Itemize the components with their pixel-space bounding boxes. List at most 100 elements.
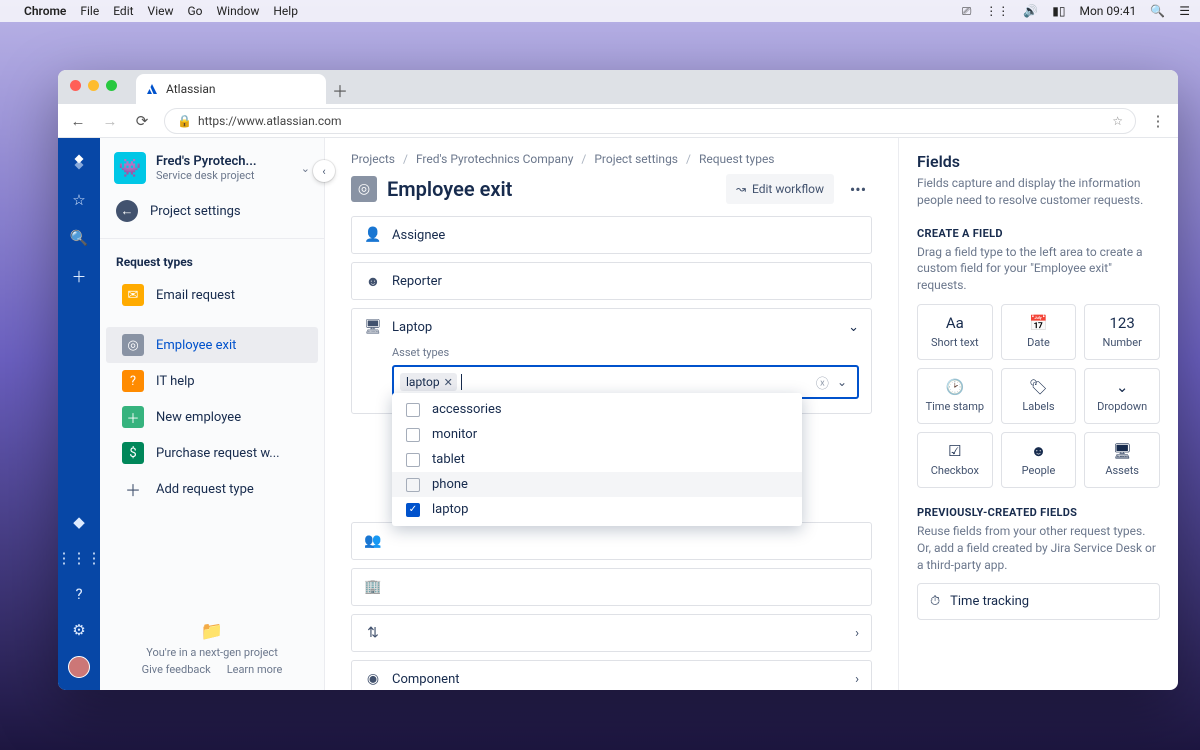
- menu-view[interactable]: View: [148, 4, 174, 18]
- sidebar-item-it-help[interactable]: ? IT help: [106, 363, 318, 399]
- dropdown-option-phone[interactable]: phone: [392, 472, 802, 497]
- clock[interactable]: Mon 09:41: [1079, 4, 1136, 18]
- learn-more-link[interactable]: Learn more: [227, 663, 283, 676]
- field-type-checkbox[interactable]: ☑Checkbox: [917, 432, 993, 488]
- back-button[interactable]: ←: [68, 112, 88, 130]
- sidebar-item-purchase-request[interactable]: $ Purchase request w...: [106, 435, 318, 471]
- dropdown-option-laptop[interactable]: ✓ laptop: [392, 497, 802, 522]
- breadcrumb-item[interactable]: Projects: [351, 152, 395, 166]
- dropdown-option-monitor[interactable]: monitor: [392, 422, 802, 447]
- chevron-down-icon[interactable]: ⌄: [848, 320, 859, 335]
- forward-button[interactable]: →: [100, 112, 120, 130]
- dropdown-option-accessories[interactable]: accessories: [392, 397, 802, 422]
- wifi-icon[interactable]: ⋮⋮: [985, 4, 1009, 18]
- profile-avatar[interactable]: [68, 656, 90, 678]
- sidebar-footer: 📁 You're in a next-gen project Give feed…: [100, 611, 324, 690]
- field-hidden-1[interactable]: 👥 x: [351, 522, 872, 560]
- field-time-tracking[interactable]: ⏱ Time tracking: [917, 583, 1160, 620]
- field-type-short-text[interactable]: Aa Short text: [917, 304, 993, 360]
- star-icon[interactable]: ☆: [69, 190, 89, 210]
- asset-icon: 🖥: [364, 318, 382, 336]
- more-actions-button[interactable]: •••: [844, 180, 872, 199]
- browser-tabbar: Atlassian ＋: [58, 70, 1178, 104]
- field-component[interactable]: ◉ Component ›: [351, 660, 872, 690]
- browser-tab[interactable]: Atlassian: [136, 74, 326, 104]
- chip-remove-icon[interactable]: ✕: [444, 376, 453, 389]
- give-feedback-link[interactable]: Give feedback: [142, 663, 211, 676]
- chevron-down-circle-icon: ⌄: [1116, 378, 1129, 396]
- swap-icon: ⇅: [364, 624, 382, 642]
- field-assignee[interactable]: 👤 Assignee: [351, 216, 872, 254]
- window-close-icon[interactable]: [70, 80, 81, 91]
- switcher-icon[interactable]: ⋮⋮⋮: [69, 548, 89, 568]
- breadcrumb-item[interactable]: Request types: [699, 152, 775, 166]
- field-type-number[interactable]: 123Number: [1084, 304, 1160, 360]
- sidebar-item-employee-exit[interactable]: ◎ Employee exit: [106, 327, 318, 363]
- global-nav-rail: ☆ 🔍 ＋ ◆ ⋮⋮⋮ ? ⚙: [58, 138, 100, 690]
- help-icon[interactable]: ?: [69, 584, 89, 604]
- request-type-icon: ◎: [351, 176, 377, 202]
- field-type-date[interactable]: 📅Date: [1001, 304, 1077, 360]
- plus-icon[interactable]: ＋: [69, 266, 89, 286]
- previously-created-header: PREVIOUSLY-CREATED FIELDS: [917, 506, 1160, 519]
- option-label: tablet: [432, 452, 465, 467]
- field-reporter[interactable]: ☻ Reporter: [351, 262, 872, 300]
- macos-menubar: Chrome File Edit View Go Window Help ⎚ ⋮…: [0, 0, 1200, 22]
- breadcrumb-item[interactable]: Fred's Pyrotechnics Company: [416, 152, 573, 166]
- jira-logo-icon[interactable]: [69, 152, 89, 172]
- clear-input-icon[interactable]: ⓧ: [816, 373, 829, 392]
- browser-menu-button[interactable]: ⋮: [1148, 112, 1168, 130]
- project-switcher[interactable]: 👾 Fred's Pyrotech... Service desk projec…: [100, 138, 324, 192]
- field-label: Assignee: [392, 228, 445, 243]
- menu-file[interactable]: File: [80, 4, 99, 18]
- menu-go[interactable]: Go: [188, 4, 203, 18]
- project-settings-link[interactable]: ← Project settings: [100, 192, 324, 230]
- edit-workflow-button[interactable]: ↝ Edit workflow: [726, 174, 834, 204]
- field-type-labels[interactable]: 🏷Labels: [1001, 368, 1077, 424]
- window-zoom-icon[interactable]: [106, 80, 117, 91]
- window-minimize-icon[interactable]: [88, 80, 99, 91]
- text-icon: Aa: [946, 314, 964, 332]
- field-hidden-3[interactable]: ⇅ x ›: [351, 614, 872, 652]
- chevron-down-icon: ⌄: [301, 162, 310, 175]
- address-bar[interactable]: 🔒 https://www.atlassian.com ☆: [164, 108, 1136, 134]
- notifications-icon[interactable]: ◆: [69, 512, 89, 532]
- plus-icon: ＋: [122, 478, 144, 500]
- browser-toolbar: ← → ⟳ 🔒 https://www.atlassian.com ☆ ⋮: [58, 104, 1178, 138]
- field-type-dropdown[interactable]: ⌄Dropdown: [1084, 368, 1160, 424]
- battery-icon[interactable]: ▮▯: [1052, 4, 1065, 18]
- field-type-assets[interactable]: 🖥Assets: [1084, 432, 1160, 488]
- building-icon: 🏢: [364, 578, 382, 596]
- active-app[interactable]: Chrome: [24, 4, 66, 18]
- reload-button[interactable]: ⟳: [132, 112, 152, 130]
- dollar-icon: $: [122, 442, 144, 464]
- atlassian-logo-icon: [146, 83, 158, 95]
- search-icon[interactable]: 🔍: [69, 228, 89, 248]
- selected-chip[interactable]: laptop ✕: [400, 373, 457, 391]
- field-type-timestamp[interactable]: 🕑Time stamp: [917, 368, 993, 424]
- menu-window[interactable]: Window: [217, 4, 260, 18]
- project-name: Fred's Pyrotech...: [156, 154, 257, 170]
- menu-edit[interactable]: Edit: [113, 4, 133, 18]
- plus-square-icon: ＋: [122, 406, 144, 428]
- sidebar-item-new-employee[interactable]: ＋ New employee: [106, 399, 318, 435]
- chevron-down-icon[interactable]: ⌄: [833, 375, 851, 389]
- airplay-icon[interactable]: ⎚: [962, 4, 972, 19]
- sidebar-item-email-request[interactable]: ✉ Email request: [106, 277, 318, 313]
- dropdown-option-tablet[interactable]: tablet: [392, 447, 802, 472]
- menu-help[interactable]: Help: [273, 4, 298, 18]
- add-request-type-button[interactable]: ＋ Add request type: [106, 471, 318, 507]
- field-type-people[interactable]: ☻People: [1001, 432, 1077, 488]
- breadcrumb-item[interactable]: Project settings: [594, 152, 678, 166]
- new-tab-button[interactable]: ＋: [326, 76, 354, 104]
- sidebar-item-label: Employee exit: [156, 338, 236, 353]
- control-center-icon[interactable]: ☰: [1179, 4, 1190, 18]
- spotlight-icon[interactable]: 🔍: [1150, 4, 1165, 18]
- bookmark-icon[interactable]: ☆: [1112, 114, 1123, 128]
- field-type-label: Short text: [931, 336, 979, 349]
- field-hidden-2[interactable]: 🏢 x: [351, 568, 872, 606]
- project-sidebar: ‹ 👾 Fred's Pyrotech... Service desk proj…: [100, 138, 325, 690]
- settings-icon[interactable]: ⚙: [69, 620, 89, 640]
- field-type-label: Assets: [1105, 464, 1139, 477]
- volume-icon[interactable]: 🔊: [1023, 4, 1038, 18]
